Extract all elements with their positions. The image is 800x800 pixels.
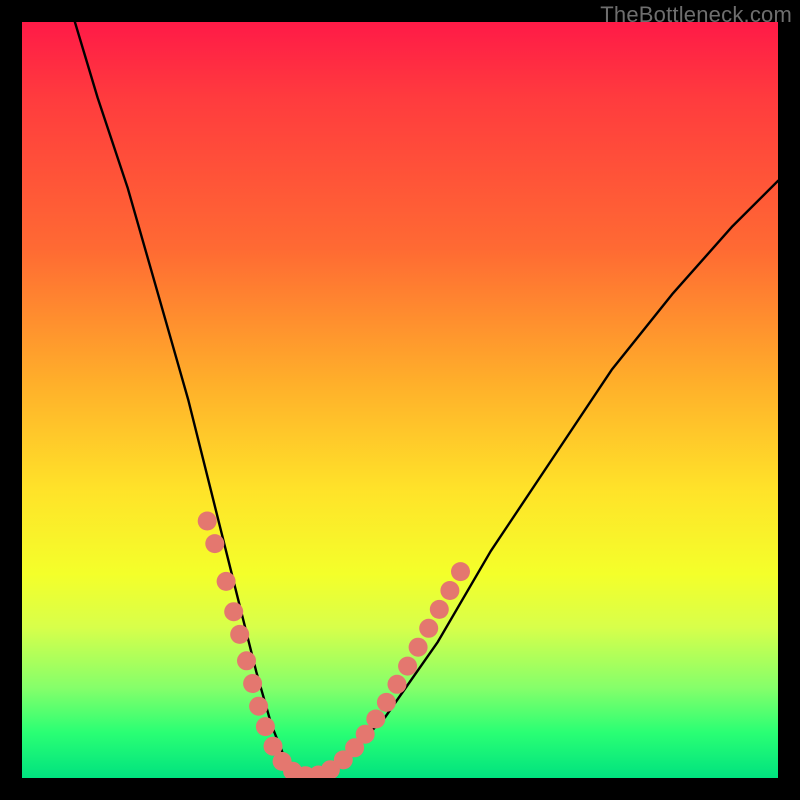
highlighted-range-markers <box>198 512 470 779</box>
marker-dot <box>296 766 315 778</box>
watermark-text: TheBottleneck.com <box>600 2 792 28</box>
bottleneck-curve-path <box>75 22 778 778</box>
chart-svg <box>22 22 778 778</box>
chart-plot-area <box>22 22 778 778</box>
marker-dot <box>388 675 407 694</box>
marker-dot <box>321 760 340 778</box>
marker-dot <box>217 572 236 591</box>
marker-dot <box>345 738 364 757</box>
marker-dot <box>243 674 262 693</box>
marker-dot <box>230 625 249 644</box>
marker-dot <box>273 752 292 771</box>
bottleneck-curve <box>75 22 778 778</box>
marker-dot <box>440 581 459 600</box>
marker-dot <box>377 693 396 712</box>
marker-dot <box>224 602 243 621</box>
marker-dot <box>205 534 224 553</box>
marker-dot <box>398 657 417 676</box>
chart-frame: TheBottleneck.com <box>0 0 800 800</box>
marker-dot <box>334 750 353 769</box>
marker-dot <box>451 562 470 581</box>
marker-dot <box>256 717 275 736</box>
marker-dot <box>309 766 328 779</box>
marker-dot <box>283 762 302 778</box>
marker-dot <box>249 697 268 716</box>
marker-dot <box>430 600 449 619</box>
marker-dot <box>419 619 438 638</box>
marker-dot <box>409 638 428 657</box>
marker-dot <box>356 725 375 744</box>
marker-dot <box>237 651 256 670</box>
marker-dot <box>366 710 385 729</box>
marker-dot <box>198 512 217 531</box>
marker-dot <box>264 737 283 756</box>
